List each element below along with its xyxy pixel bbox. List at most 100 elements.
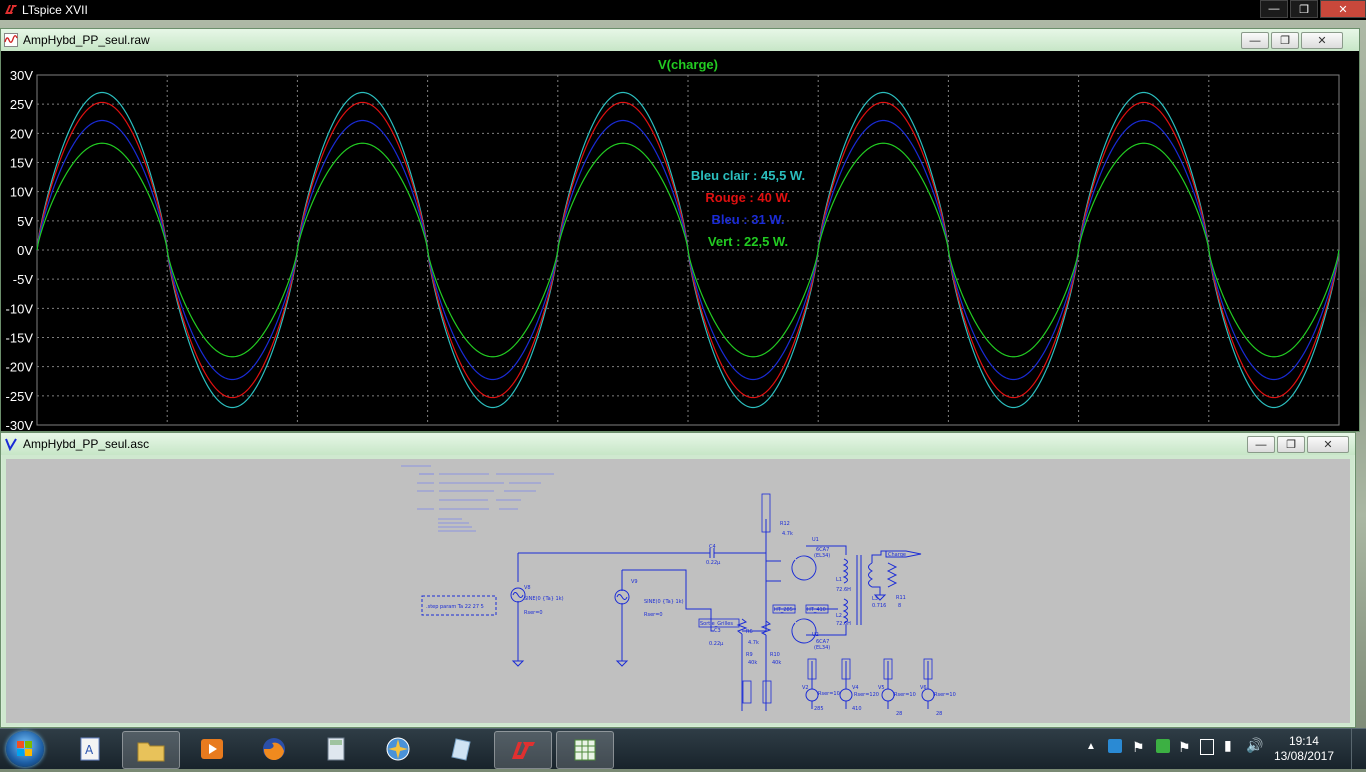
schematic-restore-button[interactable]: ❐ [1277, 436, 1305, 453]
waveform-icon [4, 33, 18, 47]
schematic-supply-group [805, 658, 935, 709]
schematic-canvas[interactable]: .step param Ta 22 27 5 V8 SINE(0 {Ta} 1k… [6, 459, 1350, 723]
c4-value: 0.22µ [706, 560, 721, 566]
l2-value: 72.6H [836, 621, 851, 627]
clock-time: 19:14 [1288, 734, 1319, 748]
taskbar-calculator[interactable] [308, 731, 364, 767]
y-tick-label: 25V [10, 97, 33, 112]
c4-name: C4 [709, 544, 716, 550]
tray-device-icon[interactable] [1200, 739, 1214, 755]
waveform-window-caption[interactable]: AmpHybd_PP_seul.raw — ❐ ✕ [1, 29, 1359, 51]
v2-rser: Rser=10 [818, 691, 840, 697]
schematic-comment-block [401, 465, 554, 532]
taskbar-document-app[interactable]: A [62, 731, 118, 767]
taskbar-explorer[interactable] [122, 731, 180, 769]
tray-signal-icon[interactable]: ▮ [1224, 737, 1232, 754]
y-tick-label: 10V [10, 185, 33, 200]
taskbar: A ▲ ⚑ ⚑ ▮ 🔊 19:14 13/08/2017 [0, 728, 1366, 769]
annotation-red: Rouge : 40 W. [705, 190, 790, 205]
step-directive[interactable]: .step param Ta 22 27 5 [426, 604, 484, 610]
v2-name: V2 [802, 685, 809, 691]
r12-value: 4.7k [782, 531, 793, 537]
taskbar-firefox[interactable] [246, 731, 302, 767]
v9-value: SINE(0 {Ta} 1k) [644, 599, 684, 605]
app-window-controls: — ❐ ✕ [1258, 0, 1366, 18]
r10-value: 40k [772, 660, 781, 666]
waveform-restore-button[interactable]: ❐ [1271, 32, 1299, 49]
svg-text:A: A [85, 743, 94, 757]
ltspice-logo-icon [5, 5, 17, 14]
taskbar-notes-app[interactable] [432, 731, 488, 767]
schematic-minimize-button[interactable]: — [1247, 436, 1275, 453]
schematic-close-button[interactable]: ✕ [1307, 436, 1349, 453]
waveform-chart[interactable]: 0.0ms0.5ms1.0ms1.5ms2.0ms2.5ms3.0ms3.5ms… [1, 51, 1359, 446]
annotation-green: Vert : 22,5 W. [708, 234, 788, 249]
tray-flag-icon[interactable]: ⚑ [1132, 739, 1145, 756]
l1-name: L1 [836, 577, 842, 583]
v4-name: V4 [852, 685, 859, 691]
y-tick-label: -15V [6, 331, 34, 346]
y-tick-label: 20V [10, 126, 33, 141]
app-restore-button[interactable]: ❐ [1290, 0, 1318, 18]
media-player-icon [201, 739, 223, 759]
v8-name: V8 [524, 585, 531, 591]
app-title: LTspice XVII [22, 3, 88, 17]
app-close-button[interactable]: ✕ [1320, 0, 1366, 18]
firefox-icon [263, 738, 285, 761]
v6-name: V6 [920, 685, 927, 691]
schematic-drawing[interactable]: .step param Ta 22 27 5 V8 SINE(0 {Ta} 1k… [6, 459, 1350, 723]
waveform-plot-area[interactable]: 0.0ms0.5ms1.0ms1.5ms2.0ms2.5ms3.0ms3.5ms… [1, 51, 1359, 446]
schematic-window: AmpHybd_PP_seul.asc — ❐ ✕ .step param Ta… [0, 432, 1356, 728]
v5-rser: Rser=10 [894, 692, 916, 698]
l2-name: L2 [836, 613, 842, 619]
r12-name: R12 [780, 521, 790, 527]
app-minimize-button[interactable]: — [1260, 0, 1288, 18]
y-tick-label: 5V [17, 214, 33, 229]
waveform-minimize-button[interactable]: — [1241, 32, 1269, 49]
schematic-icon [5, 438, 17, 451]
v6-rser: Rser=10 [934, 692, 956, 698]
tray-network-icon[interactable] [1108, 739, 1122, 753]
r11-name: R11 [896, 595, 906, 601]
v4-value: 410 [852, 706, 862, 712]
show-desktop-button[interactable] [1351, 729, 1366, 769]
app-titlebar: LTspice XVII — ❐ ✕ [0, 0, 1366, 20]
y-tick-label: -5V [13, 272, 34, 287]
v8-value: SINE(0 {Ta} 1k) [524, 596, 564, 602]
taskbar-media-player[interactable] [184, 731, 240, 767]
calculator-icon [327, 737, 345, 761]
waveform-close-button[interactable]: ✕ [1301, 32, 1343, 49]
v9-rser: Rser=0 [644, 612, 663, 618]
l1-value: 72.6H [836, 587, 851, 593]
taskbar-ltspice[interactable] [494, 731, 552, 769]
c3-name: C3 [714, 628, 721, 634]
start-button[interactable] [6, 731, 44, 767]
y-tick-label: 30V [10, 68, 33, 83]
tray-usb-icon[interactable]: ⚑ [1178, 739, 1191, 756]
r6-value: 4.7k [748, 640, 759, 646]
tray-clock[interactable]: 19:14 13/08/2017 [1274, 734, 1334, 764]
y-tick-label: 0V [17, 243, 33, 258]
l3-name: L3 [872, 596, 878, 602]
net-charge-label: Charge [888, 552, 906, 558]
tray-volume-icon[interactable]: 🔊 [1246, 737, 1263, 754]
net-ht285-label: HT_285 [774, 607, 793, 613]
v8-rser: Rser=0 [524, 610, 543, 616]
tray-expand-icon[interactable]: ▲ [1086, 741, 1096, 752]
taskbar-spreadsheet[interactable] [556, 731, 614, 769]
taskbar-globe-app[interactable] [370, 731, 426, 767]
v9-name: V9 [631, 579, 638, 585]
u1-alt: (EL34) [814, 553, 830, 559]
y-tick-label: -30V [6, 418, 34, 431]
v5-value: 28 [896, 711, 902, 717]
tray-security-icon[interactable] [1156, 739, 1170, 753]
schematic-window-caption[interactable]: AmpHybd_PP_seul.asc — ❐ ✕ [1, 433, 1355, 455]
windows-logo-icon [17, 741, 32, 756]
l3-value: 0.716 [872, 603, 886, 609]
chart-title: V(charge) [658, 57, 718, 72]
sortie-grilles-label: Sortie_Grilles [700, 621, 733, 627]
v6-value: 28 [936, 711, 942, 717]
r10-name: R10 [770, 652, 780, 658]
r9-name: R9 [746, 652, 753, 658]
u2-name: U2 [812, 632, 819, 638]
